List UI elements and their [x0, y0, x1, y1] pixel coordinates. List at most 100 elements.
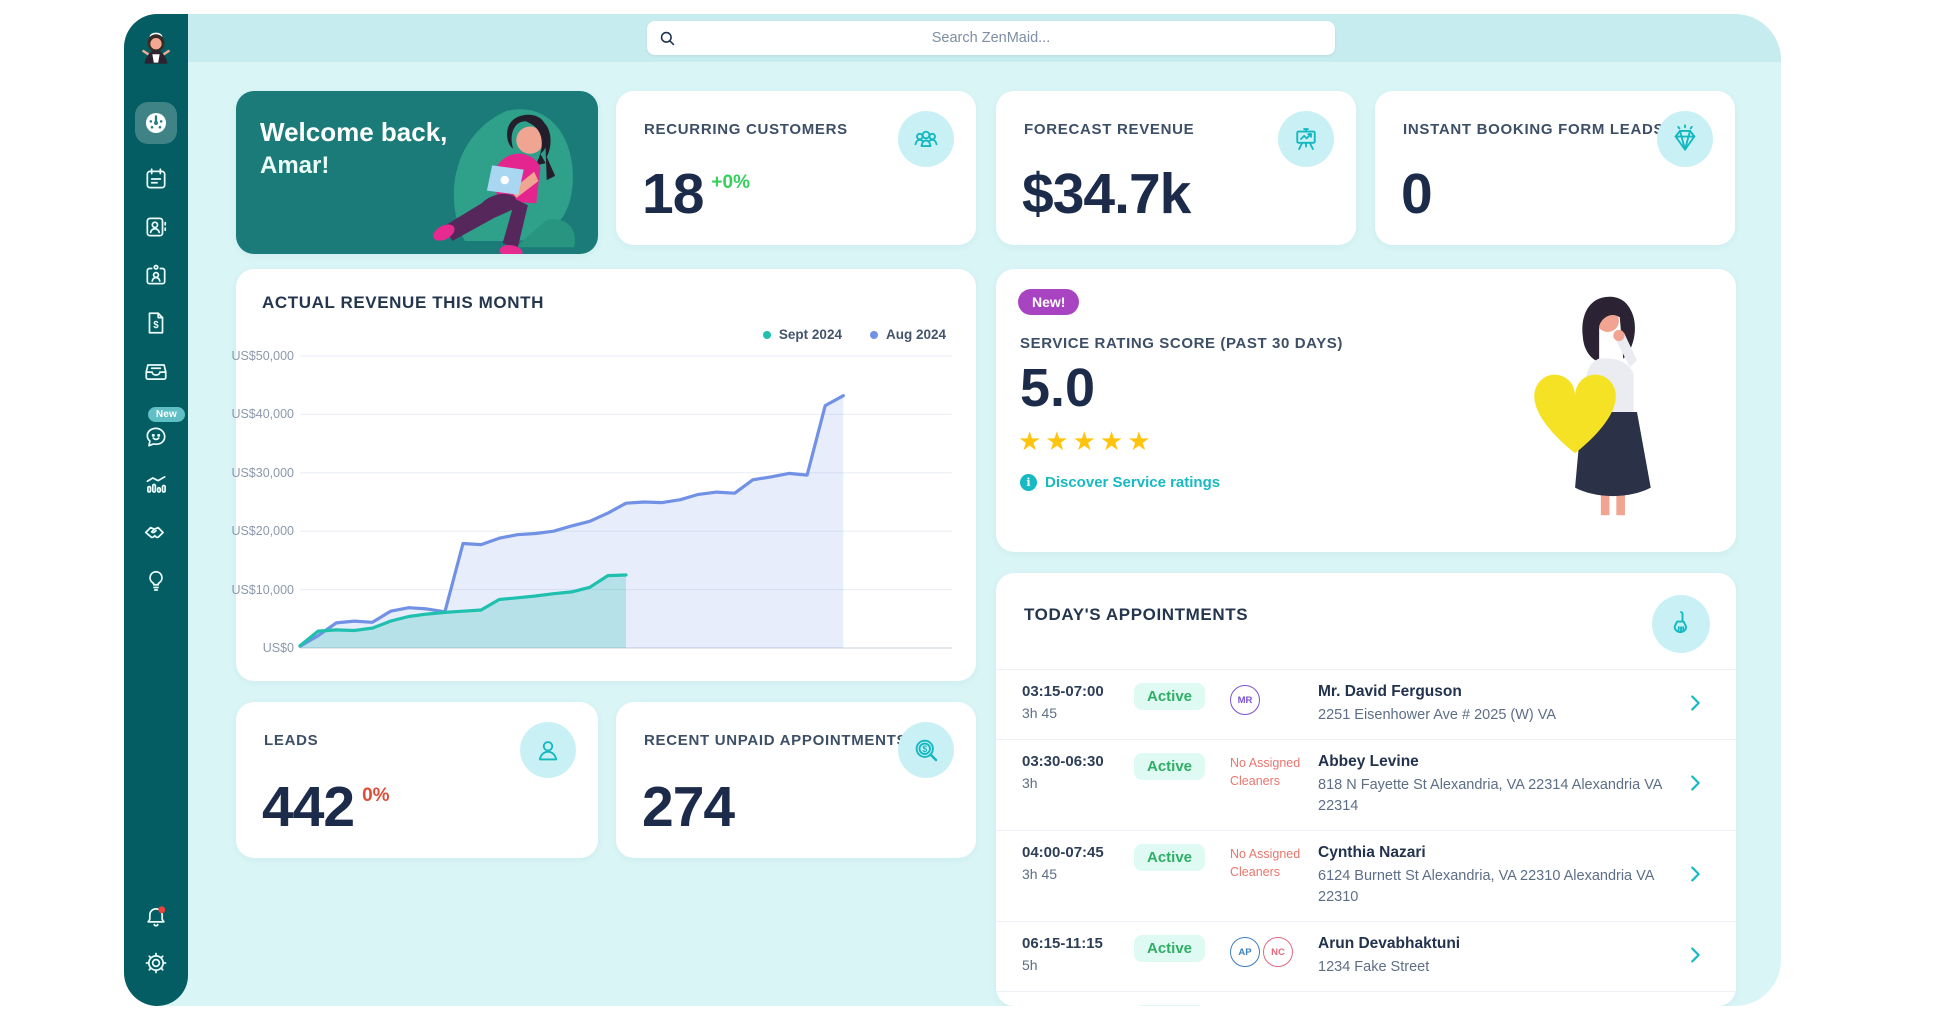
no-assigned-cleaners: No Assigned Cleaners: [1230, 756, 1301, 788]
broom-icon: [1652, 595, 1710, 653]
gear-icon: [145, 952, 167, 974]
zenmaid-dashboard: Welcome back, Amar! RECURRING CU: [0, 0, 1950, 1020]
search-icon: [660, 31, 675, 45]
actual-revenue-chart-card: ACTUAL REVENUE THIS MONTH Sept 2024 Aug 2…: [231, 269, 976, 681]
leads-value: 442: [262, 775, 355, 839]
reports-icon: [146, 476, 166, 493]
appointment-time: 06:15-11:15: [1022, 935, 1103, 953]
forecast-revenue-card: FORECAST REVENUE $34.7k: [996, 91, 1356, 245]
search-input[interactable]: [647, 20, 1335, 56]
appointment-cleaners: MR: [1230, 683, 1318, 715]
sidebar-item-settings[interactable]: [143, 950, 169, 976]
discover-ratings-link[interactable]: i Discover Service ratings: [1020, 474, 1220, 491]
appointment-duration: 3h 45: [1022, 866, 1058, 883]
appointment-status-badge: Active: [1134, 935, 1206, 963]
appointment-row[interactable]: 03:30-06:30 3h Active No Assigned Cleane…: [996, 739, 1736, 830]
leads-label: LEADS: [264, 732, 319, 749]
chevron-right-icon[interactable]: [1684, 772, 1710, 798]
group-icon: [898, 111, 954, 167]
appointment-row[interactable]: 06:15-11:15 5h Active AP NC Arun Devabhak…: [996, 921, 1736, 991]
calendar-icon: [146, 168, 166, 189]
legend-item[interactable]: Sept 2024: [762, 327, 842, 342]
legend-item[interactable]: Aug 2024: [869, 327, 946, 342]
sidebar-item-chat[interactable]: New: [143, 407, 185, 450]
search-dollar-icon: $: [898, 722, 954, 778]
appointment-cleaners: AP NC: [1230, 935, 1318, 968]
sidebar-item-ideas[interactable]: [143, 568, 169, 594]
sidebar-item-calendar[interactable]: [143, 166, 169, 192]
appointment-duration: 5h: [1022, 957, 1038, 974]
cleaners-icon: [146, 264, 166, 285]
y-axis-tick: US$0: [262, 641, 294, 655]
appointment-status-badge: Active: [1134, 1005, 1206, 1006]
welcome-username: Amar!: [260, 152, 330, 179]
customer-name: Sonia Elizabith: [1318, 1005, 1670, 1006]
cleaner-avatar[interactable]: AP: [1230, 937, 1260, 968]
unpaid-appointments-value: 274: [642, 775, 735, 839]
customer-address: 6124 Burnett St Alexandria, VA 22310 Ale…: [1318, 868, 1654, 906]
sidebar-item-dashboard[interactable]: [135, 102, 177, 144]
woman-heart-illustration: [1534, 296, 1651, 516]
forecast-revenue-label: FORECAST REVENUE: [1024, 121, 1195, 138]
appointment-row[interactable]: 03:15-07:00 3h 45 Active MR Mr. David Fe…: [996, 670, 1736, 739]
customer-name: Cynthia Nazari: [1318, 844, 1426, 862]
y-axis-tick: US$10,000: [231, 582, 294, 597]
sidebar-item-customers[interactable]: [143, 214, 169, 240]
lightbulb-icon: [149, 570, 163, 591]
y-axis-tick: US$50,000: [231, 349, 294, 363]
sidebar-item-referrals[interactable]: [143, 520, 169, 546]
chevron-right-icon[interactable]: [1684, 944, 1710, 970]
dashboard-icon: [145, 112, 167, 134]
inbox-icon: [145, 364, 167, 380]
customer-name: Mr. David Ferguson: [1318, 683, 1462, 700]
recurring-customers-card: RECURRING CUSTOMERS 18 +0%: [616, 91, 976, 245]
svg-text:$: $: [922, 744, 927, 754]
instant-booking-leads-value: 0: [1401, 162, 1433, 226]
unpaid-appointments-card: RECENT UNPAID APPOINTMENTS $ 274: [616, 702, 976, 858]
service-rating-card: New! SERVICE RATING SCORE (PAST 30 DAYS)…: [996, 269, 1736, 552]
appointment-cleaners: [1230, 1005, 1318, 1006]
welcome-card: Welcome back, Amar!: [236, 91, 598, 254]
customer-name: Abbey Levine: [1318, 753, 1419, 771]
service-rating-score: 5.0: [1020, 358, 1096, 418]
appointment-status-badge: Active: [1134, 844, 1206, 872]
customer-address: 818 N Fayette St Alexandria, VA 22314 Al…: [1318, 777, 1662, 815]
cleaner-avatar[interactable]: MR: [1230, 685, 1260, 715]
handshake-icon: [144, 526, 164, 539]
leads-delta: 0%: [362, 785, 390, 806]
todays-appointments-card: TODAY'S APPOINTMENTS 03:15-07:00 3h 45 A…: [996, 573, 1736, 1006]
recurring-customers-value: 18: [642, 162, 704, 226]
instant-booking-leads-card: INSTANT BOOKING FORM LEADS 0: [1375, 91, 1735, 245]
new-badge: New!: [1018, 289, 1080, 315]
appointment-time: 04:00-07:45: [1022, 844, 1104, 862]
welcome-message: Welcome back, Amar!: [260, 117, 447, 180]
chevron-right-icon[interactable]: [1684, 863, 1710, 889]
sidebar-item-cleaners[interactable]: [143, 262, 169, 288]
y-axis-tick: US$30,000: [231, 465, 294, 480]
cleaner-avatar[interactable]: NC: [1263, 937, 1293, 968]
person-icon: [520, 722, 576, 778]
sidebar-item-inbox[interactable]: [143, 358, 169, 384]
appointment-row[interactable]: 04:00-07:45 3h 45 Active No Assigned Cle…: [996, 830, 1736, 921]
sidebar-new-badge: New: [147, 407, 185, 422]
customers-icon: [146, 217, 167, 237]
sidebar: $ New: [124, 14, 188, 1006]
sidebar-item-reports[interactable]: [143, 472, 169, 498]
y-axis-tick: US$20,000: [231, 524, 294, 539]
appointment-duration: 3h 45: [1022, 705, 1058, 721]
sidebar-item-notifications[interactable]: [143, 904, 169, 930]
appointment-duration: 3h: [1022, 775, 1038, 792]
customer-address: 2251 Eisenhower Ave # 2025 (W) VA: [1318, 707, 1557, 723]
search-bar: [647, 20, 1335, 56]
appointments-header: TODAY'S APPOINTMENTS: [996, 573, 1736, 670]
forecast-revenue-value: $34.7k: [1022, 162, 1191, 226]
chart-legend: Sept 2024 Aug 2024: [762, 327, 946, 342]
chevron-right-icon[interactable]: [1684, 692, 1710, 718]
zenmaid-logo[interactable]: [136, 28, 176, 72]
appointment-status-badge: Active: [1134, 753, 1206, 781]
appointment-time: 03:15-07:00: [1022, 683, 1104, 700]
instant-booking-leads-label: INSTANT BOOKING FORM LEADS: [1403, 121, 1665, 138]
appointment-row[interactable]: 07:00-11:45 4h 45 Active Sonia Elizabith: [996, 991, 1736, 1006]
sidebar-item-invoices[interactable]: $: [143, 310, 169, 336]
info-icon: i: [1020, 474, 1037, 491]
